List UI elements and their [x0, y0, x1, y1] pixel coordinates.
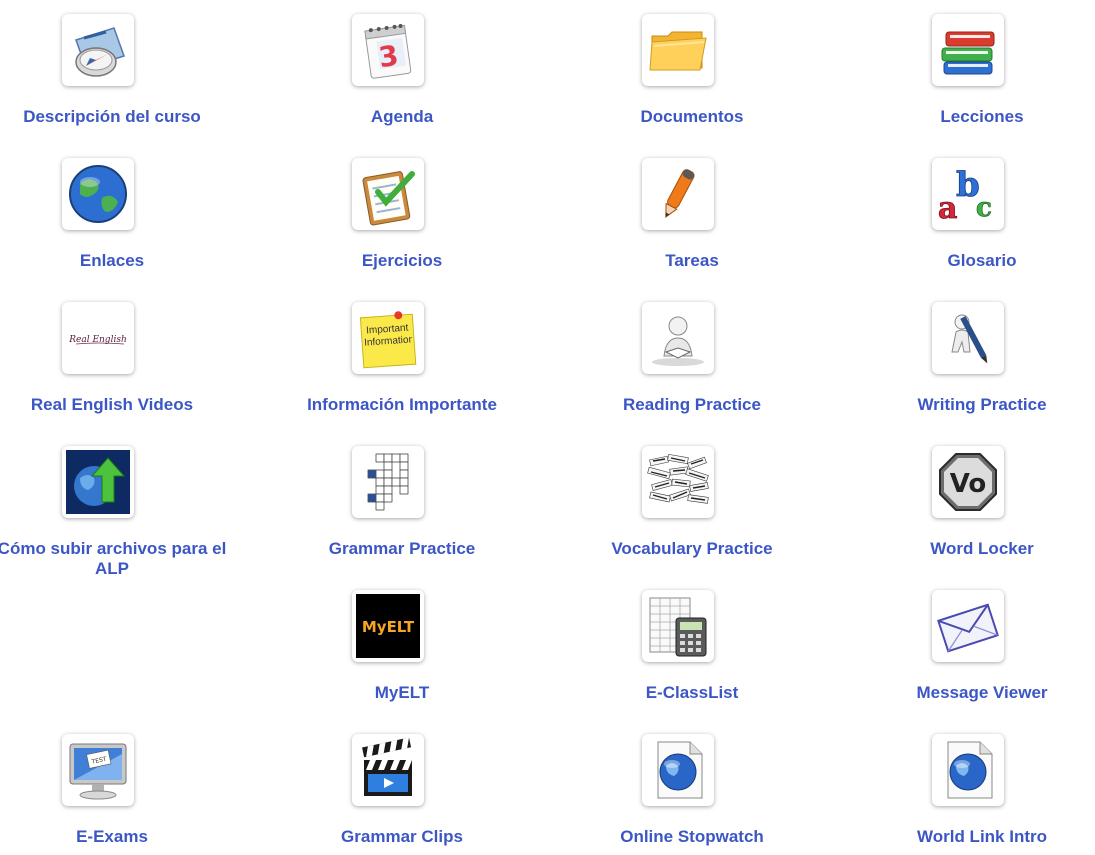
tool-label[interactable]: Tareas	[572, 251, 812, 271]
tool-label[interactable]: Word Locker	[862, 539, 1095, 559]
tool-label[interactable]: World Link Intro	[862, 827, 1095, 847]
tool-label[interactable]: Writing Practice	[862, 395, 1095, 415]
tool-label[interactable]: Online Stopwatch	[572, 827, 812, 847]
tool-label[interactable]: Agenda	[282, 107, 522, 127]
vo-badge-icon[interactable]: Vo	[932, 446, 1004, 518]
tool-label[interactable]: Descripción del curso	[0, 107, 232, 127]
books-icon[interactable]	[932, 14, 1004, 86]
checklist-icon[interactable]	[352, 158, 424, 230]
upload-globe-icon[interactable]	[62, 446, 134, 518]
myelt-logo-text: MyELT	[362, 618, 415, 636]
calendar-icon[interactable]: 3	[352, 14, 424, 86]
calculator-sheet-icon[interactable]	[642, 590, 714, 662]
tool-label[interactable]: Reading Practice	[572, 395, 812, 415]
tool-label[interactable]: Documentos	[572, 107, 812, 127]
reading-person-icon[interactable]	[642, 302, 714, 374]
compass-icon[interactable]	[62, 14, 134, 86]
test-monitor-icon[interactable]: TEST	[62, 734, 134, 806]
myelt-logo-icon[interactable]: MyELT	[352, 590, 424, 662]
crossword-icon[interactable]	[352, 446, 424, 518]
sticky-note-icon[interactable]: Important Information	[352, 302, 424, 374]
tool-label[interactable]: Información Importante	[282, 395, 522, 415]
folder-icon[interactable]	[642, 14, 714, 86]
abc-icon[interactable]: a b c	[932, 158, 1004, 230]
svg-text:a: a	[938, 191, 957, 226]
writing-person-icon[interactable]	[932, 302, 1004, 374]
vo-badge-text: Vo	[950, 469, 987, 499]
tool-label[interactable]: Vocabulary Practice	[572, 539, 812, 559]
svg-text:c: c	[976, 193, 992, 223]
tool-label[interactable]: Grammar Clips	[282, 827, 522, 847]
tool-label[interactable]: Grammar Practice	[282, 539, 522, 559]
globe-document-icon[interactable]	[642, 734, 714, 806]
tool-label[interactable]: Message Viewer	[862, 683, 1095, 703]
globe-icon[interactable]	[62, 158, 134, 230]
tool-label[interactable]: Enlaces	[0, 251, 232, 271]
tool-label[interactable]: Lecciones	[862, 107, 1095, 127]
tool-label[interactable]: Real English Videos	[0, 395, 232, 415]
tool-label[interactable]: Ejercicios	[282, 251, 522, 271]
tool-label[interactable]: E-Exams	[0, 827, 232, 847]
real-english-logo-icon[interactable]: Real English	[62, 302, 134, 374]
word-pile-icon[interactable]	[642, 446, 714, 518]
tool-label[interactable]: E-ClassList	[572, 683, 812, 703]
clapperboard-icon[interactable]	[352, 734, 424, 806]
sticky-note-text: Important Information	[363, 322, 413, 349]
tool-label[interactable]: Cómo subir archivos para el ALP	[0, 539, 232, 579]
tool-label[interactable]: MyELT	[282, 683, 522, 703]
globe-document-icon[interactable]	[932, 734, 1004, 806]
pen-icon[interactable]	[642, 158, 714, 230]
tool-label[interactable]: Glosario	[862, 251, 1095, 271]
envelope-icon[interactable]	[932, 590, 1004, 662]
